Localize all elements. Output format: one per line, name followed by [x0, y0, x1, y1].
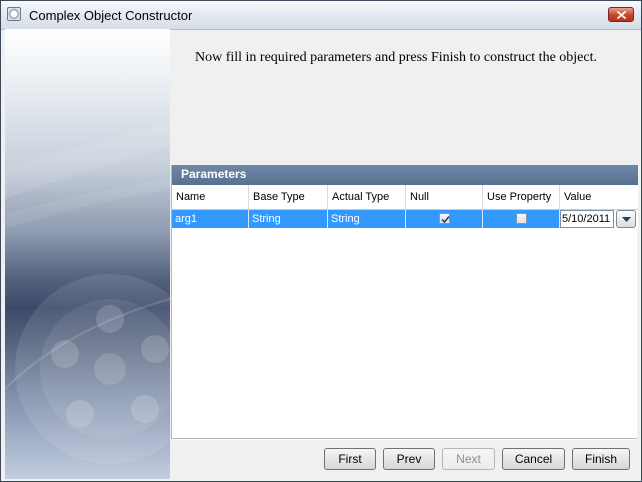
close-button[interactable] [608, 7, 634, 22]
column-header-actual-type[interactable]: Actual Type [328, 185, 406, 209]
cancel-button[interactable]: Cancel [502, 448, 565, 470]
cell-name: arg1 [172, 210, 249, 228]
next-button[interactable]: Next [442, 448, 495, 470]
column-header-use-property[interactable]: Use Property [483, 185, 560, 209]
checkmark-icon [441, 215, 450, 224]
footer-divider [171, 439, 637, 440]
table-header: Name Base Type Actual Type Null Use Prop… [172, 185, 638, 210]
dialog-window: Complex Object Constructor Now fill in r… [0, 0, 642, 482]
first-button[interactable]: First [324, 448, 376, 470]
prev-button[interactable]: Prev [383, 448, 435, 470]
app-icon [7, 7, 21, 21]
film-reel-graphic [5, 124, 170, 464]
column-header-null[interactable]: Null [406, 185, 483, 209]
value-dropdown-button[interactable] [616, 210, 636, 228]
finish-button[interactable]: Finish [572, 448, 630, 470]
column-header-name[interactable]: Name [172, 185, 249, 209]
value-input[interactable]: 5/10/2011 [560, 210, 614, 228]
decorative-side-panel [5, 29, 170, 479]
parameters-panel: Parameters Name Base Type Actual Type Nu… [171, 165, 638, 439]
null-checkbox[interactable] [439, 213, 450, 224]
cell-value: 5/10/2011 [560, 210, 638, 228]
close-icon [617, 11, 626, 19]
column-header-value[interactable]: Value [560, 185, 638, 209]
parameters-header: Parameters [172, 165, 638, 185]
chevron-down-icon [622, 217, 631, 222]
use-property-checkbox[interactable] [516, 213, 527, 224]
window-title: Complex Object Constructor [29, 8, 193, 23]
cell-actual-type: String [328, 210, 406, 228]
table-row[interactable]: arg1 String String 5/10/2011 [172, 210, 638, 228]
column-header-base-type[interactable]: Base Type [249, 185, 328, 209]
cell-use-property [483, 210, 560, 228]
cell-null [406, 210, 483, 228]
instructions-text: Now fill in required parameters and pres… [194, 50, 597, 65]
title-bar[interactable]: Complex Object Constructor [1, 1, 641, 30]
cell-base-type: String [249, 210, 328, 228]
